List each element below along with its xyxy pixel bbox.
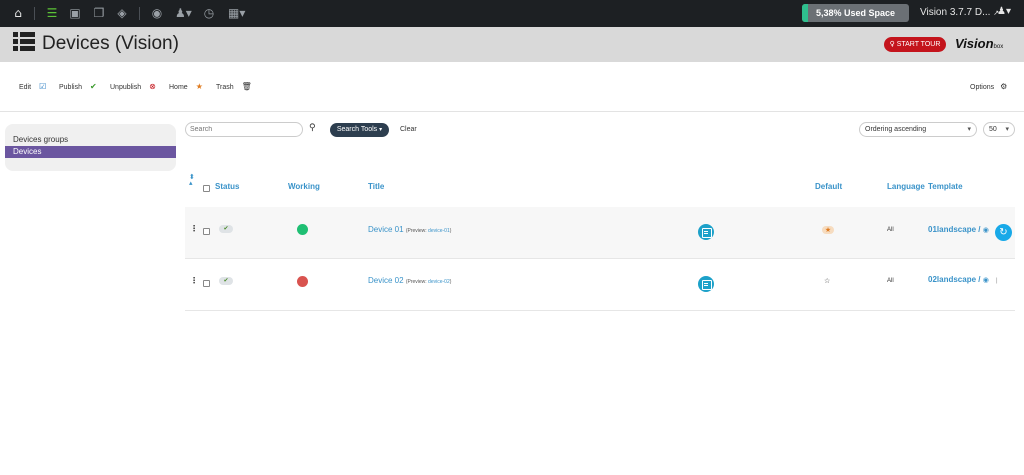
select-all-checkbox[interactable] [203,185,210,192]
home-icon[interactable]: ⌂ [11,6,25,20]
header-language[interactable]: Language [887,182,925,192]
used-space-label: 5,38% Used Space [815,8,896,18]
used-space-bar: 5,38% Used Space [802,4,909,22]
divider [139,7,140,20]
divider [34,7,35,20]
version-label: Vision 3.7.7 D... [920,7,991,18]
language-value: All [887,227,894,233]
table-row: ⋮ ✔ Device 01 (Preview: device-01) ★ All… [185,207,1015,259]
brand-logo: Visionbox [955,36,1004,51]
list-icon [13,32,35,52]
status-toggle[interactable]: ✔ [219,277,233,285]
page-title: Devices (Vision) [42,33,179,54]
search-tools-button[interactable]: Search Tools ▾ [330,123,389,137]
drag-handle-icon[interactable]: ⋮ [190,277,198,285]
template-link[interactable]: 01landscape / ◉ [928,225,989,235]
trash-label: Trash [216,84,234,91]
unpublish-label: Unpublish [110,84,142,91]
header-working[interactable]: Working [288,182,320,192]
clock-icon[interactable]: ◷ [202,6,216,20]
trash-button[interactable]: Trash 🗑 [216,80,252,94]
page-header: Devices (Vision) ♀ START TOUR Visionbox [0,27,1024,62]
version-link[interactable]: Vision 3.7.7 D... ↗ [920,7,999,18]
list-icon[interactable]: ☰ [45,6,59,20]
sidebar: Devices groups Devices [5,124,176,171]
ordering-select[interactable]: Ordering ascending [859,122,977,137]
drag-handle-icon[interactable]: ⋮ [190,225,198,233]
preview-text: (Preview: device-02) [405,279,452,285]
status-toggle[interactable]: ✔ [219,225,233,233]
header-default[interactable]: Default [815,182,842,192]
home-button[interactable]: Home ★ [169,80,203,94]
template-link[interactable]: 02landscape / ◉ [928,275,989,285]
default-star-outline-icon[interactable]: ☆ [824,277,830,285]
eye-icon[interactable]: ◉ [983,226,989,234]
publish-label: Publish [59,84,82,91]
eye-icon[interactable]: ◉ [983,276,989,284]
grid-icon[interactable]: ▦▾ [228,6,245,20]
row-checkbox[interactable] [203,280,210,287]
circle-x-icon: ⊗ [149,82,156,91]
home-label: Home [169,84,188,91]
header-template[interactable]: Template [928,182,963,192]
default-star-icon[interactable]: ★ [822,226,834,234]
refresh-icon[interactable]: ↻ [995,224,1012,241]
lightbulb-icon: ♀ [889,40,895,48]
list-limit-select[interactable]: 50 [983,122,1015,137]
edit-label: Edit [19,84,32,91]
sort-icon[interactable]: ⬍ ▴ [189,174,195,187]
gear-icon: ⚙ [1000,82,1008,91]
device-title-link[interactable]: Device 01 (Preview: device-01) [368,225,451,236]
search-tools-label: Search Tools [336,126,378,133]
eye-icon[interactable]: ◉ [150,6,164,20]
caret-down-icon: ▾ [379,126,383,133]
calendar-icon[interactable] [698,276,714,292]
working-indicator [297,224,308,235]
search-input[interactable] [185,122,303,137]
clear-button[interactable]: Clear [400,124,417,136]
copy-icon[interactable]: ❐ [92,6,106,20]
user-icon[interactable]: ♟▾ [997,6,1011,17]
preview-text: (Preview: device-01) [405,228,452,234]
sidebar-item-devices[interactable]: Devices [5,146,176,158]
header-status[interactable]: Status [215,182,239,192]
row-checkbox[interactable] [203,228,210,235]
options-label: Options [970,84,995,91]
users-icon[interactable]: ♟▾ [175,6,192,20]
unpublish-button[interactable]: Unpublish ⊗ [110,80,156,94]
table-row: ⋮ ✔ Device 02 (Preview: device-02) ☆ All… [185,259,1015,311]
device-title-link[interactable]: Device 02 (Preview: device-02) [368,276,451,287]
edit-button[interactable]: Edit ☑ [19,80,46,94]
top-navbar: ⌂ ☰ ▣ ❐ ◈ ◉ ♟▾ ◷ ▦▾ 5,38% Used Space Vis… [0,0,1024,27]
toolbar: Edit ☑ Publish ✔ Unpublish ⊗ Home ★ Trash 🗑 O… [0,62,1024,112]
check-icon: ✔ [89,82,97,91]
calendar-icon[interactable] [698,224,714,240]
publish-button[interactable]: Publish ✔ [59,80,97,94]
working-indicator [297,276,308,287]
start-tour-label: START TOUR [896,41,941,48]
edit-icon: ☑ [39,82,47,91]
search-icon[interactable]: ⚲ [309,123,316,133]
start-tour-button[interactable]: ♀ START TOUR [884,37,946,52]
image-icon[interactable]: ▣ [68,6,82,20]
language-value: All [887,278,894,284]
options-button[interactable]: Options ⚙ [970,80,1007,95]
cube-icon[interactable]: ◈ [115,6,129,20]
trash-icon: 🗑 [241,82,252,91]
row-divider: | [996,278,998,284]
header-title[interactable]: Title [368,182,384,192]
sidebar-item-devices-groups[interactable]: Devices groups [5,134,176,146]
star-icon: ★ [195,82,203,91]
